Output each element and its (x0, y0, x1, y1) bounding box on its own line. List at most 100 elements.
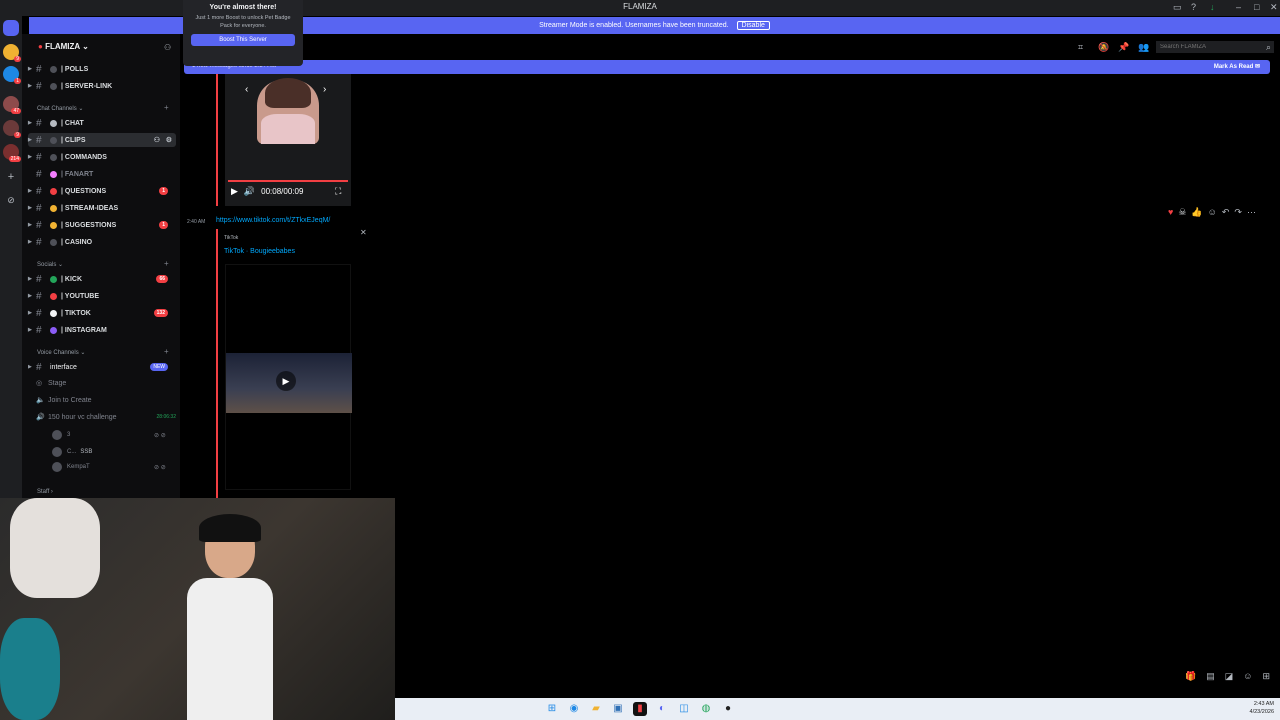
channel-interface[interactable]: ▶ # interface NEW (28, 360, 176, 374)
prev-arrow-icon[interactable]: ‹ (245, 84, 248, 95)
app-icon[interactable]: ◫ (677, 702, 691, 716)
add-reaction-icon[interactable]: ☺ (1208, 207, 1217, 218)
member-list-icon[interactable]: 👥 (1138, 42, 1149, 53)
server-icon[interactable]: 214 (3, 144, 21, 162)
threads-icon[interactable]: ⌗ (1078, 42, 1083, 53)
heart-icon[interactable]: ♥ (1168, 207, 1173, 218)
channel-youtube[interactable]: ▶ # | YOUTUBE (28, 289, 176, 303)
category-staff[interactable]: Staff › (37, 489, 53, 495)
add-channel-icon[interactable]: + (164, 347, 169, 356)
mute-icon: ⊘ ⊘ (154, 433, 166, 439)
disable-streamer-mode-button[interactable]: Disable (736, 21, 770, 30)
join-to-create-channel[interactable]: 🔈 Join to Create (36, 396, 92, 405)
remove-embed-icon[interactable]: ✕ (360, 228, 367, 237)
channel-fanart[interactable]: # | FANART (28, 167, 176, 181)
voice-user[interactable]: 3 (52, 430, 70, 440)
channel-label: | STREAM-IDEAS (61, 204, 119, 212)
settings-icon[interactable]: ⚙ (166, 136, 172, 144)
server-icon[interactable]: 9 (3, 120, 21, 138)
channel-label: | POLLS (61, 65, 89, 73)
embed-title[interactable]: TikTok · Bougieebabes (224, 248, 295, 255)
channel-instagram[interactable]: ▶ # | INSTAGRAM (28, 323, 176, 337)
play-icon[interactable]: ▶ (276, 371, 296, 391)
tiktok-icon (50, 309, 57, 317)
channel-questions[interactable]: ▶ # | QUESTIONS 1 (28, 184, 176, 198)
store-icon[interactable]: ▣ (611, 702, 625, 716)
voice-channel-challenge[interactable]: 🔊 150 hour vc challenge 28:06:32 (36, 413, 176, 422)
tiktok-embed-video[interactable]: ▶ (225, 264, 352, 490)
webcam-object (0, 618, 60, 720)
channel-casino[interactable]: ▶ # | CASINO (28, 235, 176, 249)
channel-tiktok[interactable]: ▶ # | TIKTOK 132 (28, 306, 176, 320)
maximize-icon[interactable]: □ (1254, 2, 1259, 12)
message-link[interactable]: https://www.tiktok.com/t/ZTkxEJeqM/ (216, 217, 330, 224)
video-player[interactable]: ‹ › ▶ 🔊 00:08/00:09 ⛶ (225, 74, 351, 206)
category-chat-channels[interactable]: Chat Channels ⌄ (37, 105, 83, 112)
start-icon[interactable]: ⊞ (545, 702, 559, 716)
minimize-icon[interactable]: – (1236, 2, 1241, 12)
close-icon[interactable]: ✕ (1270, 2, 1278, 13)
reply-icon[interactable]: ↶ (1222, 207, 1230, 218)
pin-icon[interactable]: 📌 (1118, 42, 1129, 53)
invite-icon[interactable]: ⚇ (154, 136, 160, 144)
forward-icon[interactable]: ↷ (1234, 207, 1242, 218)
gif-icon[interactable]: ▤ (1206, 671, 1215, 682)
channel-suggestions[interactable]: ▶ # | SUGGESTIONS 1 (28, 218, 176, 232)
sticker-icon[interactable]: ◪ (1225, 671, 1234, 682)
folder-icon[interactable]: ▰ (589, 702, 603, 716)
video-progress-bar[interactable] (228, 180, 348, 182)
channel-polls[interactable]: ▶ # | POLLS (28, 62, 176, 76)
add-channel-icon[interactable]: + (164, 103, 169, 112)
mark-as-read-button[interactable]: Mark As Read ✉ (1214, 63, 1260, 70)
thumbs-up-icon[interactable]: 👍 (1191, 207, 1202, 218)
channel-kick[interactable]: ▶ # | KICK 66 (28, 272, 176, 286)
discord-icon[interactable]: ◐ (655, 702, 669, 716)
channel-commands[interactable]: ▶ # | COMMANDS (28, 150, 176, 164)
question-icon (50, 187, 57, 195)
server-icon[interactable]: 9 (3, 44, 21, 62)
obs-icon[interactable]: ● (721, 702, 735, 716)
stage-channel[interactable]: ◎ Stage (36, 379, 66, 388)
voice-user[interactable]: C... SSB (52, 447, 92, 457)
category-voice-channels[interactable]: Voice Channels ⌄ (37, 349, 85, 356)
category-label: Voice Channels (37, 350, 79, 356)
fullscreen-icon[interactable]: ⛶ (335, 186, 341, 197)
home-icon[interactable] (3, 20, 19, 36)
channel-server-link[interactable]: ▶ # | SERVER-LINK (28, 79, 176, 93)
volume-icon[interactable]: 🔊 (244, 186, 255, 197)
channel-clips[interactable]: ▶ # | CLIPS ⚙ ⚇ (28, 133, 176, 147)
apps-icon[interactable]: ⊞ (1262, 671, 1270, 682)
new-messages-bar[interactable]: 1 new messages since 2:3? AM Mark As Rea… (184, 60, 1270, 74)
skull-icon[interactable]: ☠ (1178, 207, 1186, 218)
next-arrow-icon[interactable]: › (323, 84, 326, 95)
system-clock[interactable]: 2:43 AM 4/23/2026 (1250, 700, 1274, 716)
server-icon[interactable]: 47 (3, 96, 21, 114)
app-icon[interactable]: ▮ (633, 702, 647, 716)
notification-bell-icon[interactable]: 🔕 (1098, 42, 1109, 53)
help-icon[interactable]: ? (1191, 2, 1196, 12)
link-icon (50, 82, 57, 90)
server-name-header[interactable]: ● FLAMIZA ⌄ (38, 42, 89, 51)
download-icon[interactable]: ↓ (1210, 2, 1215, 12)
channel-chat[interactable]: ▶ # | CHAT (28, 116, 176, 130)
more-icon[interactable]: ⋯ (1247, 207, 1256, 218)
category-socials[interactable]: Socials ⌄ (37, 261, 63, 268)
voice-user[interactable]: KempaT (52, 462, 90, 472)
add-server-icon[interactable]: + (3, 169, 19, 185)
inbox-icon[interactable]: ▭ (1173, 2, 1182, 13)
boost-server-button[interactable]: Boost This Server (191, 34, 295, 46)
app-icon[interactable]: ◍ (699, 702, 713, 716)
edge-icon[interactable]: ◉ (567, 702, 581, 716)
server-icon[interactable]: 1 (3, 66, 21, 84)
add-channel-icon[interactable]: + (164, 259, 169, 268)
channel-label: | CASINO (61, 238, 93, 246)
search-input[interactable] (1156, 41, 1274, 53)
emoji-icon[interactable]: ☺ (1243, 671, 1252, 682)
add-member-icon[interactable]: ⚇ (164, 43, 171, 52)
discover-icon[interactable]: ⊘ (3, 192, 19, 208)
play-icon[interactable]: ▶ (231, 186, 238, 197)
message-actions: ♥ ☠ 👍 ☺ ↶ ↷ ⋯ (1168, 207, 1256, 218)
gift-icon[interactable]: 🎁 (1185, 671, 1196, 682)
channel-stream-ideas[interactable]: ▶ # | STREAM-IDEAS (28, 201, 176, 215)
avatar (52, 462, 62, 472)
